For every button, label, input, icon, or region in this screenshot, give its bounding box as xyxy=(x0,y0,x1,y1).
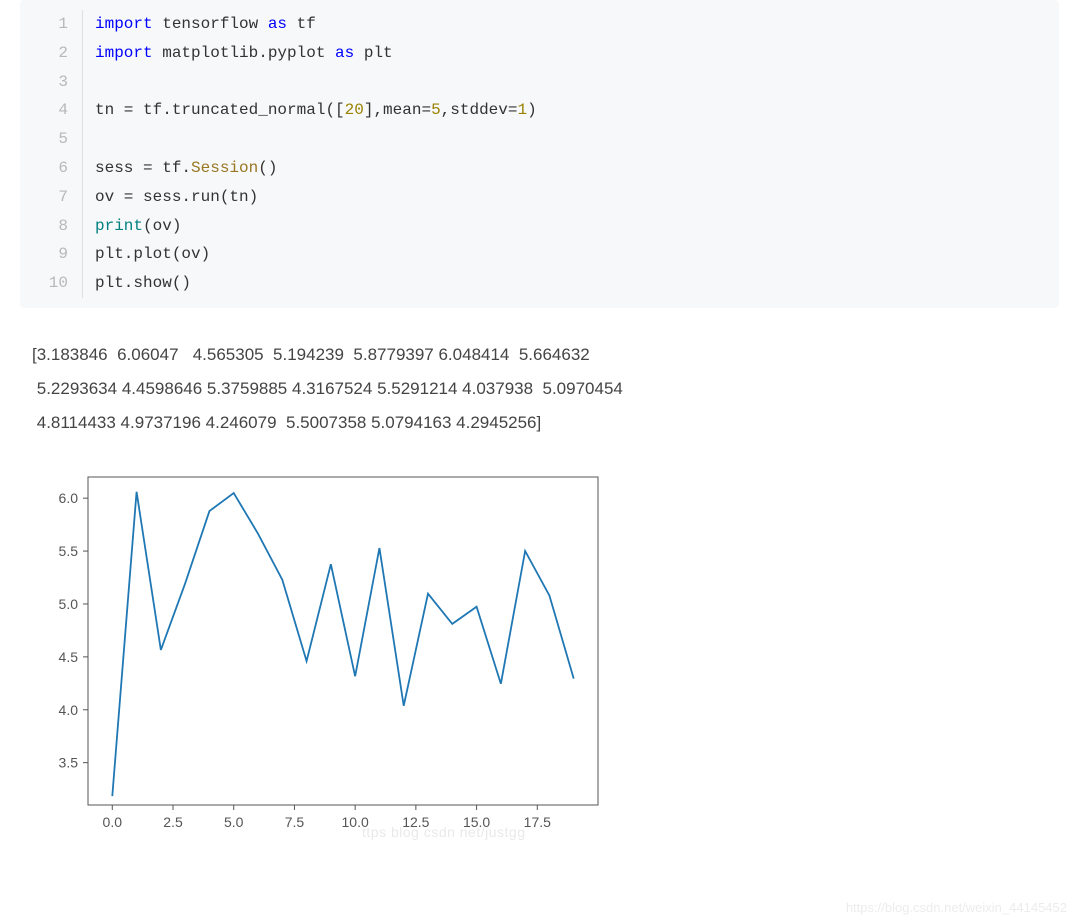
print-output: [3.183846 6.06047 4.565305 5.194239 5.87… xyxy=(32,338,1059,440)
svg-text:17.5: 17.5 xyxy=(524,814,551,830)
line-number: 8 xyxy=(20,212,82,241)
code-line: 5 xyxy=(20,125,1059,154)
code-line: 4tn = tf.truncated_normal([20],mean=5,st… xyxy=(20,96,1059,125)
line-number: 2 xyxy=(20,39,82,68)
code-content: plt.show() xyxy=(82,269,191,298)
line-number: 1 xyxy=(20,10,82,39)
line-number: 5 xyxy=(20,125,82,154)
code-line: 2import matplotlib.pyplot as plt xyxy=(20,39,1059,68)
code-block: 1import tensorflow as tf2import matplotl… xyxy=(20,0,1059,308)
code-content: import tensorflow as tf xyxy=(82,10,316,39)
svg-text:5.0: 5.0 xyxy=(224,814,244,830)
line-number: 10 xyxy=(20,269,82,298)
line-number: 7 xyxy=(20,183,82,212)
line-number: 3 xyxy=(20,68,82,97)
line-number: 4 xyxy=(20,96,82,125)
code-content: sess = tf.Session() xyxy=(82,154,277,183)
svg-text:6.0: 6.0 xyxy=(59,490,79,506)
line-number: 6 xyxy=(20,154,82,183)
svg-text:4.5: 4.5 xyxy=(59,649,79,665)
svg-text:5.5: 5.5 xyxy=(59,543,79,559)
code-content: plt.plot(ov) xyxy=(82,240,210,269)
code-content: import matplotlib.pyplot as plt xyxy=(82,39,393,68)
code-line: 10plt.show() xyxy=(20,269,1059,298)
code-line: 3 xyxy=(20,68,1059,97)
code-content xyxy=(82,68,95,97)
svg-text:4.0: 4.0 xyxy=(59,702,79,718)
svg-text:7.5: 7.5 xyxy=(285,814,305,830)
svg-text:2.5: 2.5 xyxy=(163,814,183,830)
code-line: 7ov = sess.run(tn) xyxy=(20,183,1059,212)
code-line: 9plt.plot(ov) xyxy=(20,240,1059,269)
svg-text:0.0: 0.0 xyxy=(103,814,123,830)
code-line: 6sess = tf.Session() xyxy=(20,154,1059,183)
code-line: 1import tensorflow as tf xyxy=(20,10,1059,39)
code-line: 8print(ov) xyxy=(20,212,1059,241)
svg-text:5.0: 5.0 xyxy=(59,596,79,612)
code-content: print(ov) xyxy=(82,212,181,241)
svg-text:3.5: 3.5 xyxy=(59,755,79,771)
code-content: ov = sess.run(tn) xyxy=(82,183,258,212)
line-chart: 3.54.04.55.05.56.00.02.55.07.510.012.515… xyxy=(28,465,1059,850)
code-content: tn = tf.truncated_normal([20],mean=5,std… xyxy=(82,96,537,125)
line-number: 9 xyxy=(20,240,82,269)
code-content xyxy=(82,125,95,154)
